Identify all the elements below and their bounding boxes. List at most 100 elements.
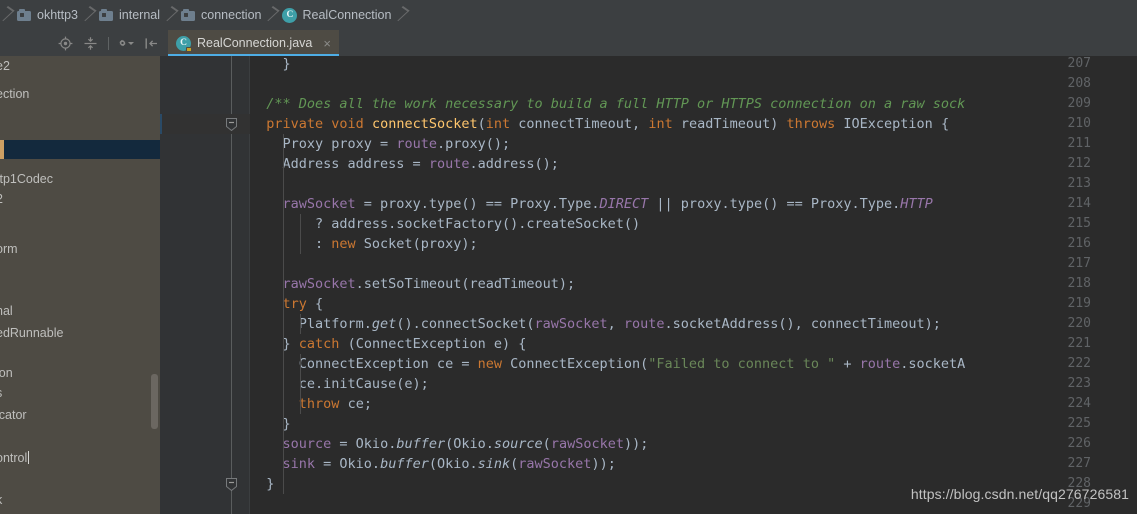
breadcrumb-item-connection[interactable]: connection — [164, 0, 265, 30]
indent-guide — [283, 134, 285, 494]
code-text-area[interactable]: } /** Does all the work necessary to bui… — [250, 56, 1137, 514]
project-tree-item-label: icator — [0, 407, 27, 422]
project-tree-item[interactable]: orm — [0, 239, 160, 258]
code-token: Address address = — [250, 156, 429, 172]
breadcrumb-item-okhttp3[interactable]: okhttp3 — [0, 0, 82, 30]
code-line[interactable]: rawSocket.setSoTimeout(readTimeout); — [250, 274, 576, 294]
breadcrumb-item-realconnection[interactable]: C RealConnection — [265, 0, 395, 30]
code-token: rawSocket — [534, 316, 608, 332]
project-tree-item[interactable]: icator — [0, 405, 160, 424]
breadcrumb-separator-icon — [88, 0, 99, 30]
code-token: "Failed to connect to " — [648, 356, 836, 372]
code-line[interactable]: sink = Okio.buffer(Okio.sink(rawSocket))… — [250, 454, 616, 474]
code-line[interactable]: /** Does all the work necessary to build… — [250, 94, 965, 114]
project-tree-item[interactable]: ection — [0, 84, 160, 103]
indent-guide — [299, 354, 301, 414]
code-token: ( — [477, 116, 486, 132]
code-token: route — [428, 156, 470, 172]
code-line[interactable]: ConnectException ce = new ConnectExcepti… — [250, 354, 966, 374]
code-token: rawSocket — [518, 456, 592, 472]
code-line[interactable]: Proxy proxy = route.proxy(); — [250, 134, 511, 154]
code-line[interactable]: } catch (ConnectException e) { — [250, 334, 527, 354]
code-token: source — [282, 436, 332, 452]
breadcrumb-item-internal[interactable]: internal — [82, 0, 164, 30]
code-editor[interactable]: 207 208 209 210 211 212 213 214 215 216 217 218 219 2… — [160, 56, 1137, 514]
code-token: = Okio. — [331, 436, 397, 452]
code-fold-collapse-icon[interactable] — [224, 477, 239, 492]
ide-window: okhttp3 internal connection C RealConnection… — [0, 0, 1137, 514]
project-tree-item[interactable] — [0, 140, 160, 159]
code-token: .socketAddress(), connectTimeout); — [664, 316, 941, 332]
code-token: new — [477, 356, 511, 372]
code-token: buffer — [396, 436, 446, 452]
code-line[interactable]: ce.initCause(e); — [250, 374, 429, 394]
project-tree-item[interactable]: edRunnable — [0, 323, 160, 342]
code-token: (Okio. — [445, 436, 494, 452]
project-tree-item-label: ion — [0, 365, 13, 380]
breadcrumb-separator-icon — [6, 0, 17, 30]
breadcrumb-tail — [395, 0, 416, 30]
selection-marker — [0, 140, 4, 159]
project-tree-item[interactable]: e2 — [0, 56, 160, 75]
project-tree-item-label: ttp1Codec — [0, 171, 53, 186]
code-line[interactable]: } — [250, 474, 274, 494]
code-line[interactable]: Platform.get().connectSocket(rawSocket, … — [250, 314, 941, 334]
code-token: || proxy.type() == Proxy.Type. — [648, 196, 901, 212]
code-token: sink — [477, 456, 511, 472]
project-tree-item[interactable]: ion — [0, 363, 160, 382]
code-line[interactable]: throw ce; — [250, 394, 372, 414]
project-tree-item-label: orm — [0, 241, 18, 256]
code-token: try — [282, 296, 316, 312]
code-token: .address(); — [469, 156, 559, 172]
java-class-icon: C — [282, 7, 298, 23]
locate-icon[interactable] — [58, 36, 73, 51]
project-tree-item[interactable]: 2 — [0, 189, 160, 208]
project-tree-item[interactable]: ontrol — [0, 448, 160, 467]
code-token: = Okio. — [315, 456, 381, 472]
sidebar-scrollbar-thumb[interactable] — [151, 374, 158, 429]
code-fold-collapse-icon[interactable] — [224, 117, 239, 132]
code-token: connectTimeout, — [518, 116, 649, 132]
code-token: .setSoTimeout(readTimeout); — [355, 276, 576, 292]
code-token: { — [315, 296, 324, 312]
indent-guide — [299, 214, 301, 254]
close-icon[interactable]: × — [321, 37, 331, 50]
folder-icon — [17, 9, 32, 21]
code-token: source — [493, 436, 543, 452]
code-line[interactable]: ? address.socketFactory().createSocket() — [250, 214, 640, 234]
project-tree-item[interactable]: k — [0, 490, 160, 509]
code-line[interactable]: Address address = route.address(); — [250, 154, 559, 174]
tab-realconnection-java[interactable]: C RealConnection.java × — [168, 30, 339, 56]
code-token: Proxy proxy = — [250, 136, 397, 152]
code-line[interactable]: source = Okio.buffer(Okio.source(rawSock… — [250, 434, 649, 454]
code-line[interactable]: } — [250, 414, 291, 434]
project-tree-item[interactable]: s — [0, 383, 160, 402]
folder-icon — [99, 9, 114, 21]
gear-icon[interactable] — [119, 36, 134, 51]
code-line[interactable]: private void connectSocket(int connectTi… — [250, 114, 949, 134]
code-token: /** Does all the work necessary to build… — [250, 96, 966, 112]
collapse-all-icon[interactable] — [83, 36, 98, 51]
code-line[interactable]: rawSocket = proxy.type() == Proxy.Type.D… — [250, 194, 933, 214]
project-tree-item[interactable] — [0, 112, 160, 131]
code-token: readTimeout) — [680, 116, 787, 132]
project-tree-item[interactable]: ttp1Codec — [0, 169, 160, 188]
code-line[interactable]: } — [250, 56, 291, 74]
code-token: buffer — [380, 456, 429, 472]
code-token: } — [250, 416, 291, 432]
code-token: ce; — [347, 396, 372, 412]
project-tree-item[interactable]: nal — [0, 301, 160, 320]
code-token: catch — [298, 336, 348, 352]
code-token: throw — [298, 396, 348, 412]
code-token: : — [250, 236, 332, 252]
project-tree-item-label: k — [0, 493, 2, 507]
project-tree[interactable]: e2 ection ttp1Codec 2 orm nal edRunnable ion s ic… — [0, 56, 160, 514]
hide-panel-icon[interactable] — [144, 36, 159, 51]
code-line[interactable]: try { — [250, 294, 324, 314]
project-tree-item-label: 2 — [0, 192, 3, 206]
code-token: int — [648, 116, 681, 132]
project-tool-window[interactable]: e2 ection ttp1Codec 2 orm nal edRunnable ion s ic… — [0, 30, 160, 514]
breadcrumb-separator-icon — [401, 0, 412, 30]
code-token: route — [623, 316, 665, 332]
